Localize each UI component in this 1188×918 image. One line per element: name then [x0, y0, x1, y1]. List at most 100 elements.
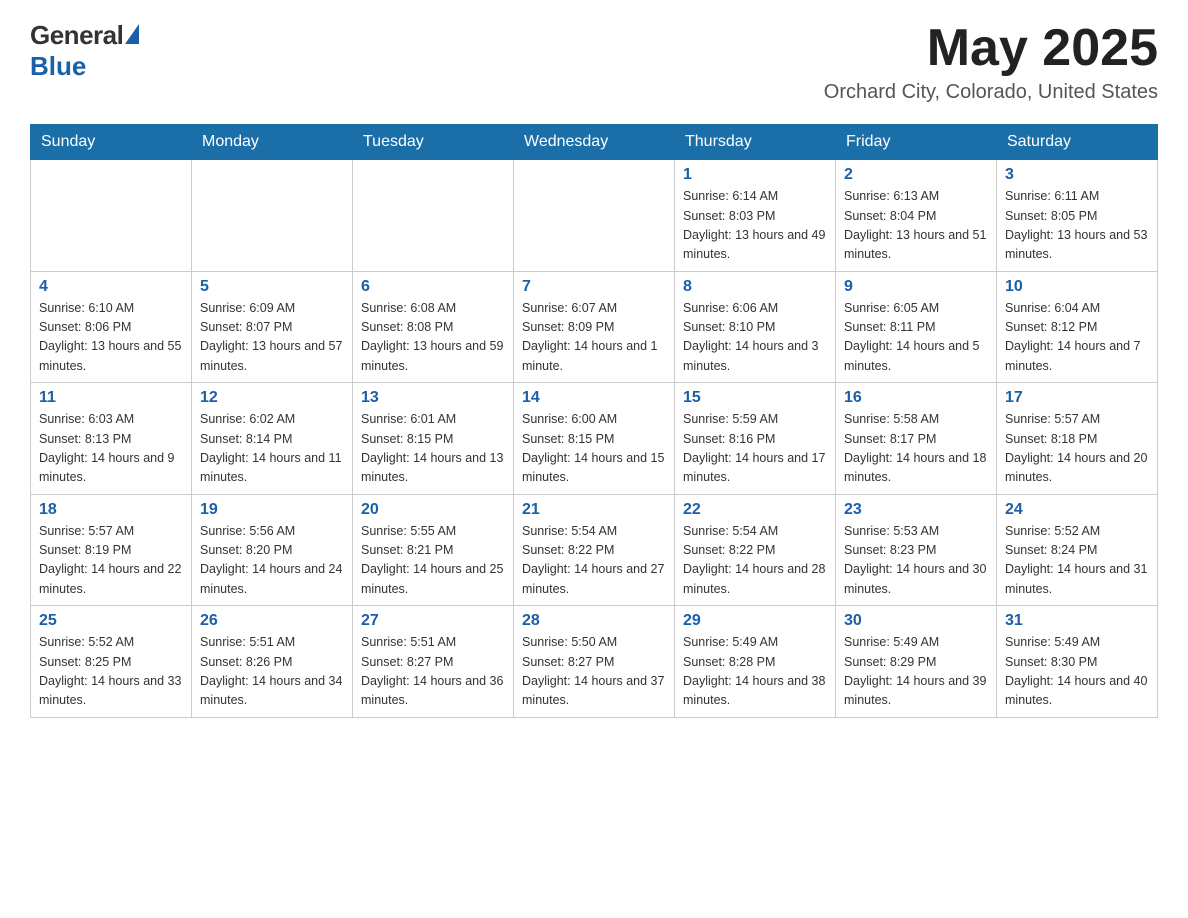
day-number: 3 [1005, 166, 1149, 184]
calendar-day-cell: 29 Sunrise: 5:49 AMSunset: 8:28 PMDayligh… [675, 606, 836, 718]
day-info: Sunrise: 6:07 AMSunset: 8:09 PMDaylight:… [522, 299, 666, 377]
day-info: Sunrise: 5:52 AMSunset: 8:25 PMDaylight:… [39, 633, 183, 711]
day-number: 22 [683, 501, 827, 519]
day-info: Sunrise: 6:14 AMSunset: 8:03 PMDaylight:… [683, 187, 827, 265]
day-number: 9 [844, 278, 988, 296]
calendar-day-cell: 6 Sunrise: 6:08 AMSunset: 8:08 PMDaylight… [353, 271, 514, 383]
day-info: Sunrise: 6:03 AMSunset: 8:13 PMDaylight:… [39, 410, 183, 488]
page-header: General Blue May 2025 Orchard City, Colo… [30, 20, 1158, 104]
day-number: 26 [200, 612, 344, 630]
calendar-day-cell: 25 Sunrise: 5:52 AMSunset: 8:25 PMDayligh… [31, 606, 192, 718]
calendar-day-cell [353, 160, 514, 272]
calendar-week-row: 11 Sunrise: 6:03 AMSunset: 8:13 PMDayligh… [31, 383, 1158, 495]
day-of-week-header: Thursday [675, 125, 836, 160]
title-section: May 2025 Orchard City, Colorado, United … [824, 20, 1158, 104]
day-number: 5 [200, 278, 344, 296]
day-number: 15 [683, 389, 827, 407]
calendar-day-cell [192, 160, 353, 272]
day-number: 29 [683, 612, 827, 630]
calendar-day-cell: 22 Sunrise: 5:54 AMSunset: 8:22 PMDayligh… [675, 494, 836, 606]
calendar-day-cell: 27 Sunrise: 5:51 AMSunset: 8:27 PMDayligh… [353, 606, 514, 718]
month-year-title: May 2025 [824, 20, 1158, 77]
day-info: Sunrise: 6:10 AMSunset: 8:06 PMDaylight:… [39, 299, 183, 377]
calendar-day-cell: 26 Sunrise: 5:51 AMSunset: 8:26 PMDayligh… [192, 606, 353, 718]
day-info: Sunrise: 5:51 AMSunset: 8:26 PMDaylight:… [200, 633, 344, 711]
location-subtitle: Orchard City, Colorado, United States [824, 81, 1158, 104]
day-number: 7 [522, 278, 666, 296]
day-info: Sunrise: 5:54 AMSunset: 8:22 PMDaylight:… [683, 522, 827, 600]
calendar-day-cell: 3 Sunrise: 6:11 AMSunset: 8:05 PMDaylight… [997, 160, 1158, 272]
calendar-day-cell: 11 Sunrise: 6:03 AMSunset: 8:13 PMDayligh… [31, 383, 192, 495]
calendar-day-cell: 30 Sunrise: 5:49 AMSunset: 8:29 PMDayligh… [836, 606, 997, 718]
day-of-week-header: Friday [836, 125, 997, 160]
day-number: 11 [39, 389, 183, 407]
day-number: 2 [844, 166, 988, 184]
day-of-week-header: Saturday [997, 125, 1158, 160]
calendar-day-cell: 13 Sunrise: 6:01 AMSunset: 8:15 PMDayligh… [353, 383, 514, 495]
day-info: Sunrise: 6:04 AMSunset: 8:12 PMDaylight:… [1005, 299, 1149, 377]
day-number: 21 [522, 501, 666, 519]
day-number: 1 [683, 166, 827, 184]
calendar-header-row: SundayMondayTuesdayWednesdayThursdayFrid… [31, 125, 1158, 160]
day-number: 25 [39, 612, 183, 630]
calendar-day-cell: 18Sunrise: 5:57 AMSunset: 8:19 PMDayligh… [31, 494, 192, 606]
day-number: 10 [1005, 278, 1149, 296]
calendar-day-cell: 9 Sunrise: 6:05 AMSunset: 8:11 PMDaylight… [836, 271, 997, 383]
calendar-day-cell: 28Sunrise: 5:50 AMSunset: 8:27 PMDayligh… [514, 606, 675, 718]
day-info: Sunrise: 6:13 AMSunset: 8:04 PMDaylight:… [844, 187, 988, 265]
day-number: 17 [1005, 389, 1149, 407]
calendar-day-cell: 10 Sunrise: 6:04 AMSunset: 8:12 PMDayligh… [997, 271, 1158, 383]
calendar-week-row: 4Sunrise: 6:10 AMSunset: 8:06 PMDaylight… [31, 271, 1158, 383]
day-info: Sunrise: 5:51 AMSunset: 8:27 PMDaylight:… [361, 633, 505, 711]
day-number: 12 [200, 389, 344, 407]
day-number: 6 [361, 278, 505, 296]
day-info: Sunrise: 6:00 AMSunset: 8:15 PMDaylight:… [522, 410, 666, 488]
day-info: Sunrise: 5:55 AMSunset: 8:21 PMDaylight:… [361, 522, 505, 600]
calendar-table: SundayMondayTuesdayWednesdayThursdayFrid… [30, 124, 1158, 718]
day-info: Sunrise: 5:50 AMSunset: 8:27 PMDaylight:… [522, 633, 666, 711]
calendar-day-cell: 12 Sunrise: 6:02 AMSunset: 8:14 PMDayligh… [192, 383, 353, 495]
day-number: 18 [39, 501, 183, 519]
calendar-day-cell: 4Sunrise: 6:10 AMSunset: 8:06 PMDaylight… [31, 271, 192, 383]
calendar-week-row: 1 Sunrise: 6:14 AMSunset: 8:03 PMDaylight… [31, 160, 1158, 272]
day-info: Sunrise: 6:11 AMSunset: 8:05 PMDaylight:… [1005, 187, 1149, 265]
day-info: Sunrise: 5:54 AMSunset: 8:22 PMDaylight:… [522, 522, 666, 600]
day-info: Sunrise: 6:01 AMSunset: 8:15 PMDaylight:… [361, 410, 505, 488]
day-info: Sunrise: 6:05 AMSunset: 8:11 PMDaylight:… [844, 299, 988, 377]
day-info: Sunrise: 6:02 AMSunset: 8:14 PMDaylight:… [200, 410, 344, 488]
day-info: Sunrise: 5:59 AMSunset: 8:16 PMDaylight:… [683, 410, 827, 488]
calendar-day-cell: 14 Sunrise: 6:00 AMSunset: 8:15 PMDayligh… [514, 383, 675, 495]
calendar-day-cell: 23Sunrise: 5:53 AMSunset: 8:23 PMDayligh… [836, 494, 997, 606]
day-info: Sunrise: 5:49 AMSunset: 8:28 PMDaylight:… [683, 633, 827, 711]
calendar-day-cell: 15 Sunrise: 5:59 AMSunset: 8:16 PMDayligh… [675, 383, 836, 495]
day-number: 23 [844, 501, 988, 519]
day-info: Sunrise: 5:49 AMSunset: 8:29 PMDaylight:… [844, 633, 988, 711]
calendar-day-cell: 16 Sunrise: 5:58 AMSunset: 8:17 PMDayligh… [836, 383, 997, 495]
day-number: 16 [844, 389, 988, 407]
calendar-day-cell [31, 160, 192, 272]
day-info: Sunrise: 5:49 AMSunset: 8:30 PMDaylight:… [1005, 633, 1149, 711]
day-number: 14 [522, 389, 666, 407]
day-info: Sunrise: 6:08 AMSunset: 8:08 PMDaylight:… [361, 299, 505, 377]
day-info: Sunrise: 6:06 AMSunset: 8:10 PMDaylight:… [683, 299, 827, 377]
day-number: 30 [844, 612, 988, 630]
calendar-day-cell: 2 Sunrise: 6:13 AMSunset: 8:04 PMDaylight… [836, 160, 997, 272]
logo-general-text: General [30, 20, 123, 51]
calendar-day-cell: 20Sunrise: 5:55 AMSunset: 8:21 PMDayligh… [353, 494, 514, 606]
day-info: Sunrise: 5:58 AMSunset: 8:17 PMDaylight:… [844, 410, 988, 488]
day-number: 19 [200, 501, 344, 519]
day-number: 8 [683, 278, 827, 296]
day-number: 27 [361, 612, 505, 630]
day-info: Sunrise: 5:56 AMSunset: 8:20 PMDaylight:… [200, 522, 344, 600]
day-of-week-header: Monday [192, 125, 353, 160]
day-number: 31 [1005, 612, 1149, 630]
calendar-day-cell [514, 160, 675, 272]
calendar-day-cell: 1 Sunrise: 6:14 AMSunset: 8:03 PMDaylight… [675, 160, 836, 272]
logo: General Blue [30, 20, 139, 82]
day-info: Sunrise: 5:52 AMSunset: 8:24 PMDaylight:… [1005, 522, 1149, 600]
calendar-day-cell: 21 Sunrise: 5:54 AMSunset: 8:22 PMDayligh… [514, 494, 675, 606]
day-info: Sunrise: 6:09 AMSunset: 8:07 PMDaylight:… [200, 299, 344, 377]
day-number: 13 [361, 389, 505, 407]
day-of-week-header: Wednesday [514, 125, 675, 160]
day-of-week-header: Sunday [31, 125, 192, 160]
